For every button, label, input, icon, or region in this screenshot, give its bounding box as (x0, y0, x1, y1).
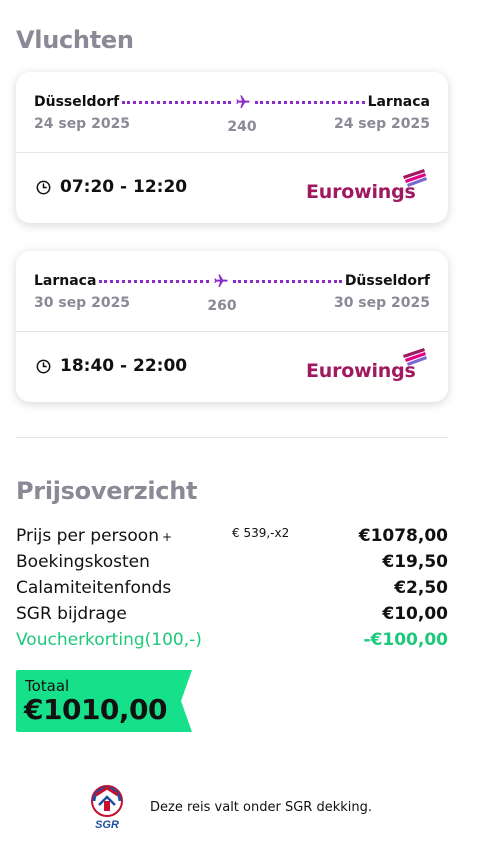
arrival-city: Düsseldorf (344, 273, 430, 289)
price-label-text: Prijs per persoon (16, 526, 159, 546)
flights-title: Vluchten (16, 26, 134, 54)
clock-icon (36, 180, 51, 195)
airline-logo: Eurowings (306, 347, 428, 385)
flight-time: 18:40 - 22:00 (36, 356, 187, 376)
card-divider (16, 152, 448, 153)
price-value: -€100,00 (363, 630, 449, 650)
section-divider (16, 437, 448, 438)
price-row-per-person: Prijs per persoon + € 539,-x2 €1078,00 (16, 526, 448, 548)
plane-icon (212, 272, 230, 290)
flight-number: 240 (227, 119, 257, 135)
departure-city: Larnaca (34, 273, 97, 289)
plane-icon (234, 93, 252, 111)
flight-number: 260 (207, 298, 237, 314)
route-line (122, 100, 232, 104)
arrival-date: 24 sep 2025 (333, 116, 430, 132)
price-row-sgr-contribution: SGR bijdrage €10,00 (16, 604, 448, 626)
total-value: €1010,00 (24, 693, 168, 726)
price-per-person-calc: € 539,-x2 (232, 526, 290, 540)
departure-date: 30 sep 2025 (34, 295, 131, 311)
sgr-logo-text: SGR (95, 819, 119, 831)
route-line (255, 100, 365, 104)
price-value: €10,00 (382, 604, 448, 624)
flight-time-text: 07:20 - 12:20 (60, 177, 188, 197)
flight-route: Düsseldorf Larnaca (34, 93, 430, 111)
sgr-logo: SGR (82, 783, 132, 831)
price-overview-title: Prijsoverzicht (16, 477, 198, 505)
price-label: Calamiteitenfonds (16, 578, 172, 598)
price-value: €19,50 (382, 552, 448, 572)
flight-time-text: 18:40 - 22:00 (60, 356, 188, 376)
price-label: Prijs per persoon + (16, 526, 172, 546)
card-divider (16, 331, 448, 332)
flight-time: 07:20 - 12:20 (36, 177, 187, 197)
eurowings-mark-icon (400, 347, 428, 371)
flight-card-outbound[interactable]: Düsseldorf Larnaca 24 sep 2025 240 24 se… (16, 72, 448, 223)
departure-date: 24 sep 2025 (34, 116, 131, 132)
flight-card-return[interactable]: Larnaca Düsseldorf 30 sep 2025 260 30 se… (16, 251, 448, 402)
arrival-city: Larnaca (367, 94, 430, 110)
price-value: €1078,00 (358, 526, 448, 546)
total-price-badge: Totaal €1010,00 (16, 670, 192, 732)
sgr-coverage-text: Deze reis valt onder SGR dekking. (150, 799, 372, 815)
price-row-calamity-fund: Calamiteitenfonds €2,50 (16, 578, 448, 600)
airline-logo: Eurowings (306, 168, 428, 206)
price-label: Voucherkorting(100,-) (16, 630, 202, 650)
route-line (232, 279, 342, 283)
price-label: Boekingskosten (16, 552, 150, 572)
price-row-booking-fee: Boekingskosten €19,50 (16, 552, 448, 574)
eurowings-mark-icon (400, 168, 428, 192)
price-label: SGR bijdrage (16, 604, 127, 624)
departure-city: Düsseldorf (34, 94, 120, 110)
price-row-voucher: Voucherkorting(100,-) -€100,00 (16, 630, 448, 652)
clock-icon (36, 359, 51, 374)
route-line (99, 279, 209, 283)
arrival-date: 30 sep 2025 (333, 295, 430, 311)
price-value: €2,50 (394, 578, 448, 598)
flight-route: Larnaca Düsseldorf (34, 272, 430, 290)
info-plus-icon[interactable]: + (162, 530, 172, 544)
sgr-coverage: SGR Deze reis valt onder SGR dekking. (82, 783, 372, 831)
